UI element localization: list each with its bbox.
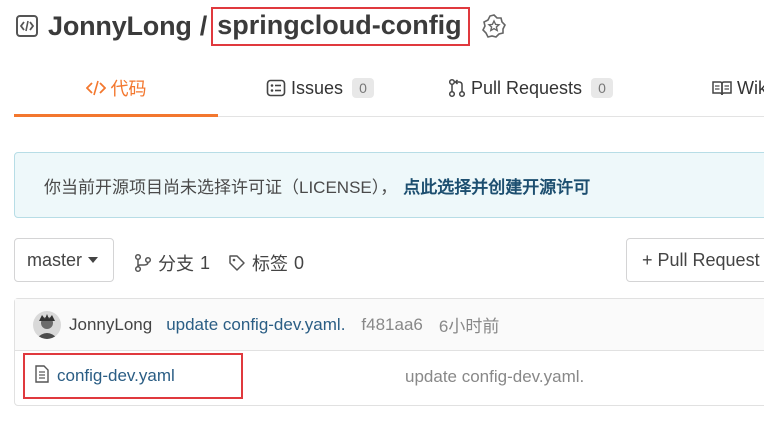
file-name-link[interactable]: config-dev.yaml [57, 366, 175, 386]
commit-message-link[interactable]: update config-dev.yaml. [166, 315, 345, 335]
tab-code[interactable]: 代码 [14, 60, 218, 117]
code-icon [85, 79, 106, 97]
file-table: JonnyLong update config-dev.yaml. f481aa… [14, 298, 764, 406]
tab-code-label: 代码 [110, 79, 147, 99]
license-notice: 你当前开源项目尚未选择许可证（LICENSE）， 点此选择并创建开源许可 [14, 152, 764, 218]
repo-tabs: 代码 Issues 0 Pull Requests 0 Wik [14, 60, 764, 117]
caret-down-icon [88, 257, 99, 263]
tab-wiki-label: Wiki [737, 77, 764, 98]
file-commit-message-link[interactable]: update config-dev.yaml. [405, 367, 584, 387]
repo-path-separator: / [199, 10, 208, 41]
commit-hash-link[interactable]: f481aa6 [361, 315, 422, 335]
pull-requests-count-badge: 0 [591, 78, 614, 98]
branch-select[interactable]: master [14, 238, 114, 282]
wiki-icon [712, 80, 732, 96]
issues-icon [266, 79, 286, 97]
license-create-link[interactable]: 点此选择并创建开源许可 [403, 173, 590, 198]
tags-label: 标签 [252, 254, 288, 274]
branch-icon [134, 253, 152, 273]
tab-pull-requests-label: Pull Requests [471, 77, 583, 98]
branches-count: 1 [200, 252, 211, 273]
file-icon [34, 364, 50, 388]
branches-link[interactable]: 分支 1 [134, 250, 210, 276]
new-pull-request-button[interactable]: + Pull Request [626, 238, 764, 282]
tab-wiki[interactable]: Wiki [712, 60, 764, 116]
pull-request-icon [448, 78, 466, 98]
tab-pull-requests[interactable]: Pull Requests 0 [448, 60, 614, 116]
file-highlight: config-dev.yaml [23, 353, 243, 399]
repo-name-link[interactable]: springcloud-config [217, 10, 461, 41]
commit-author-link[interactable]: JonnyLong [69, 315, 152, 335]
branches-label: 分支 [158, 254, 194, 274]
repo-code-icon [14, 13, 40, 39]
branch-select-label: master [27, 249, 83, 270]
recommend-badge-icon[interactable] [480, 12, 508, 40]
table-row: config-dev.yaml update config-dev.yaml. [15, 351, 764, 405]
repo-name-highlight: springcloud-config [211, 6, 470, 46]
tab-issues[interactable]: Issues 0 [266, 60, 375, 116]
avatar[interactable] [33, 310, 61, 339]
license-notice-text: 你当前开源项目尚未选择许可证（LICENSE）， [44, 177, 398, 197]
issues-count-badge: 0 [352, 78, 375, 98]
tags-link[interactable]: 标签 0 [228, 250, 304, 276]
repo-owner-link[interactable]: JonnyLong [48, 11, 192, 42]
latest-commit-row: JonnyLong update config-dev.yaml. f481aa… [15, 299, 764, 351]
tags-count: 0 [294, 252, 305, 273]
tab-issues-label: Issues [291, 77, 344, 98]
tag-icon [228, 254, 246, 272]
repo-header: JonnyLong / springcloud-config [14, 6, 508, 46]
commit-time: 6小时前 [438, 317, 500, 336]
